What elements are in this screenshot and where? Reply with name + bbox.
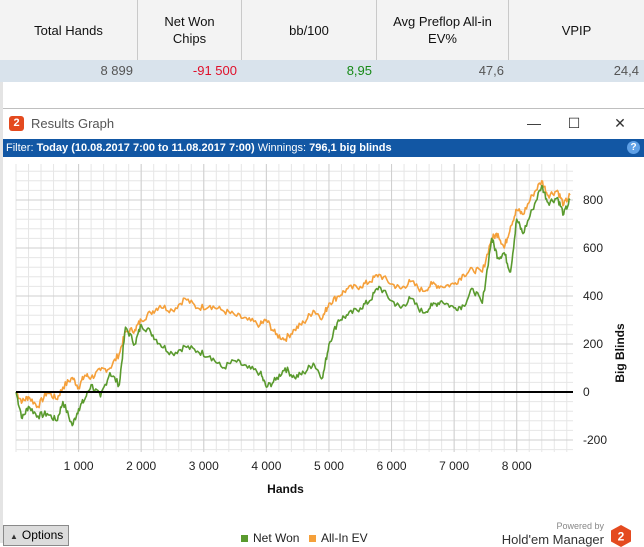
stat-vpip: 24,4	[613, 63, 639, 78]
options-label: Options	[21, 528, 64, 542]
col-header-avg-preflop-allin-ev[interactable]: Avg Preflop All-in EV%	[377, 0, 509, 60]
net-won-swatch-icon	[241, 535, 248, 543]
col-header-net-won-chips[interactable]: Net Won Chips	[138, 0, 242, 60]
x-tick-label: 6 000	[377, 459, 407, 473]
all-in-ev-swatch-icon	[309, 535, 316, 543]
caret-up-icon: ▲	[10, 532, 18, 541]
x-tick-label: 3 000	[189, 459, 219, 473]
stat-total-hands: 8 899	[100, 63, 133, 78]
x-tick-label: 1 000	[64, 459, 94, 473]
y-axis-label: Big Blinds	[613, 323, 627, 383]
stats-header: Total Hands Net Won Chips bb/100 Avg Pre…	[0, 0, 644, 61]
col-header-total-hands[interactable]: Total Hands	[0, 0, 138, 60]
svg-text:2: 2	[618, 530, 625, 544]
x-tick-label: 4 000	[251, 459, 281, 473]
stat-avg-preflop-allin-ev: 47,6	[478, 63, 504, 78]
y-tick-label: 800	[583, 193, 603, 207]
powered-by-text: Powered by	[556, 521, 604, 531]
y-tick-label: 400	[583, 289, 603, 303]
y-tick-label: 600	[583, 241, 603, 255]
stat-net-won-chips: -91 500	[192, 63, 237, 78]
x-tick-label: 5 000	[314, 459, 344, 473]
x-tick-label: 2 000	[126, 459, 156, 473]
y-tick-label: 200	[583, 337, 603, 351]
results-chart: 1 000 2 000 3 000 4 000 5 000 6 000 7 000 8 000…	[15, 164, 627, 496]
y-tick-label: 0	[583, 385, 590, 399]
stat-bb-100: 8,95	[346, 63, 372, 78]
stats-row[interactable]: 8 899 -91 500 8,95 47,6 24,4	[0, 60, 644, 82]
window-footer: ▲ Options Net Won All-In EV Powered by Ho…	[3, 517, 644, 547]
col-header-bb-100[interactable]: bb/100	[242, 0, 377, 60]
brand-name: Hold'em Manager	[501, 532, 604, 547]
x-tick-label: 7 000	[439, 459, 469, 473]
col-header-vpip[interactable]: VPIP	[509, 0, 644, 60]
x-tick-label: 8 000	[502, 459, 532, 473]
y-tick-label: -200	[583, 433, 607, 447]
series-line-all-in-ev	[15, 180, 571, 409]
x-axis-label: Hands	[267, 482, 304, 496]
results-graph-window: 2 Results Graph — ☐ ✕ Filter: Today (10.…	[3, 108, 644, 547]
hm2-logo-icon: 2	[611, 525, 631, 547]
